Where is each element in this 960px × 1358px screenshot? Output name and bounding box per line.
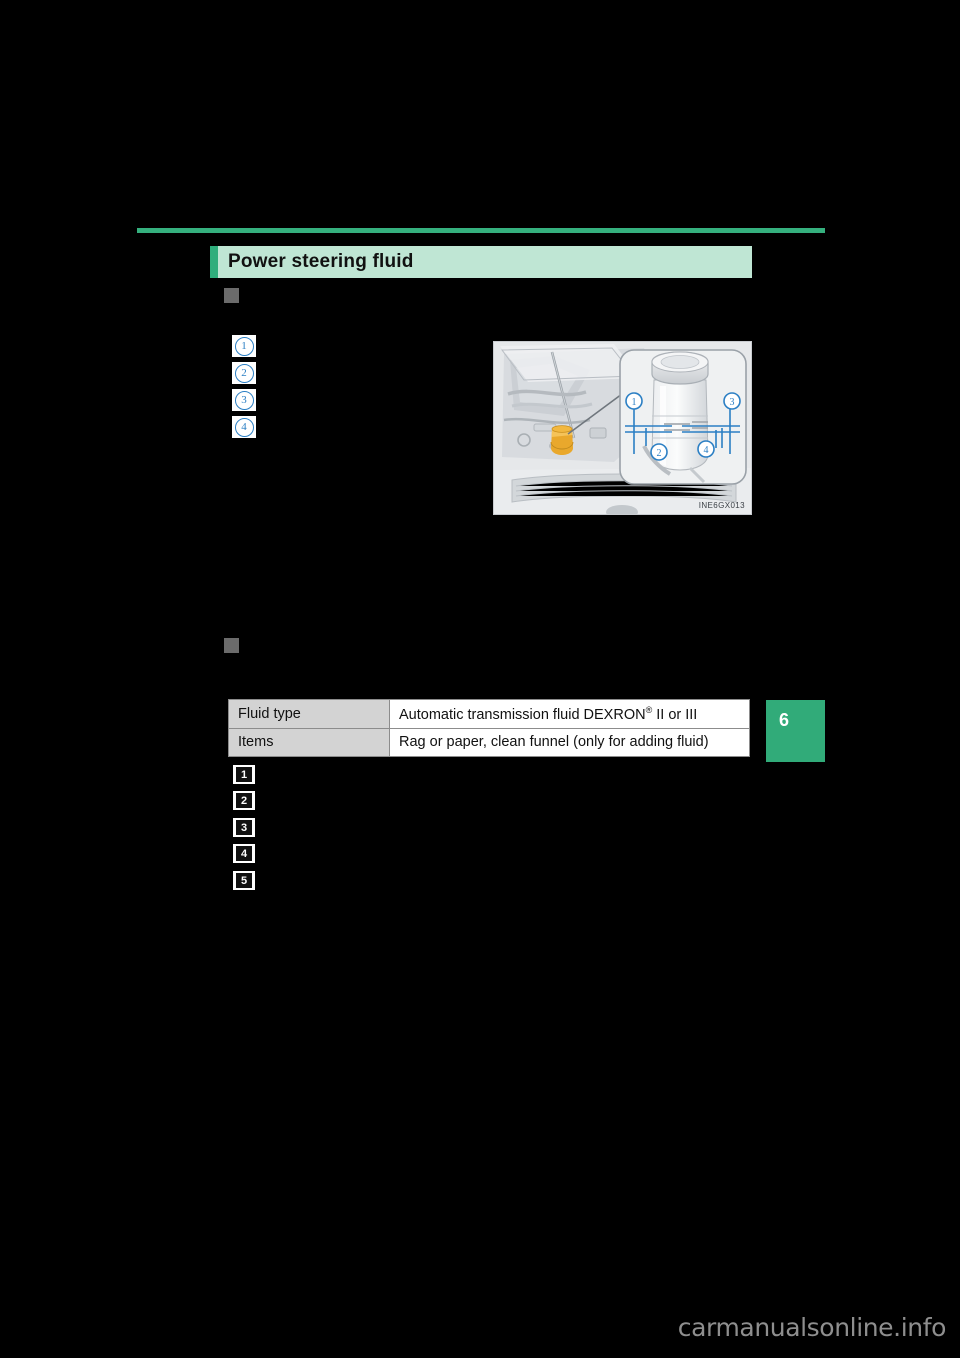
page-title: Power steering fluid [228,251,414,272]
step-marker-1: 1 [233,765,255,784]
callout-number-3: 3 [234,390,254,410]
svg-text:4: 4 [704,445,709,456]
callout-marker-1: 1 [232,335,256,357]
spec-value-items: Rag or paper, clean funnel (only for add… [389,727,750,757]
engine-bay-diagram-svg: 1 2 3 4 [494,342,751,514]
step-marker-3: 3 [233,818,255,837]
step-number-2: 2 [236,793,252,808]
step-marker-2: 2 [233,791,255,810]
svg-text:1: 1 [632,397,637,408]
callout-marker-2: 2 [232,362,256,384]
fluid-spec-table: Fluid type Automatic transmission fluid … [228,699,750,757]
callout-marker-4: 4 [232,416,256,438]
spec-key-fluid-type: Fluid type [228,699,390,729]
manual-page: Power steering fluid 1 2 3 4 1 2 3 4 INE… [0,0,960,1358]
heading-bullet-checking [224,288,239,303]
step-number-4: 4 [236,846,252,861]
section-title-accent [210,246,218,278]
chapter-number: 6 [779,710,790,730]
callout-number-4: 4 [234,417,254,437]
heading-bullet-items [224,638,239,653]
section-title-band: Power steering fluid [210,246,752,278]
table-row: Fluid type Automatic transmission fluid … [228,699,750,729]
step-marker-4: 4 [233,844,255,863]
spec-value-fluid-type-post: II or III [652,706,698,723]
step-number-1: 1 [236,767,252,782]
svg-text:2: 2 [657,448,662,459]
svg-text:3: 3 [730,397,735,408]
step-marker-5: 5 [233,871,255,890]
step-number-3: 3 [236,820,252,835]
illustration-code: INE6GX013 [698,501,745,510]
callout-marker-3: 3 [232,389,256,411]
site-watermark: carmanualsonline.info [677,1313,947,1342]
spec-key-items: Items [228,727,390,757]
callout-number-1: 1 [234,336,254,356]
engine-bay-illustration: 1 2 3 4 INE6GX013 [493,341,752,515]
chapter-tab: 6 [766,700,825,762]
section-top-rule [137,228,825,233]
spec-value-fluid-type-pre: Automatic transmission fluid DEXRON [399,706,646,723]
spec-value-fluid-type: Automatic transmission fluid DEXRON® II … [389,699,750,729]
step-number-5: 5 [236,873,252,888]
callout-number-2: 2 [234,363,254,383]
table-row: Items Rag or paper, clean funnel (only f… [228,727,750,757]
